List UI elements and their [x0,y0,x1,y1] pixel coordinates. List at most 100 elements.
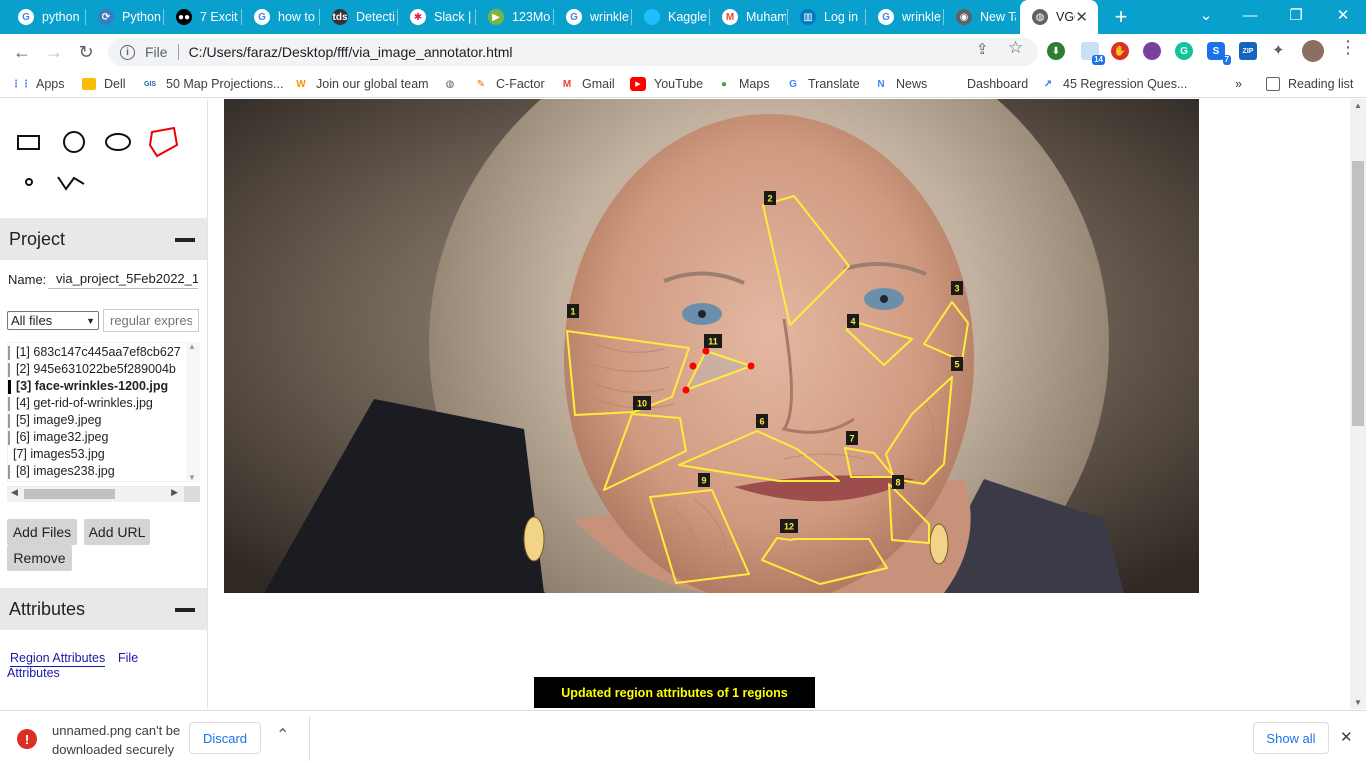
bookmark-item[interactable]: ◍ [443,75,465,93]
region-6-label[interactable]: 6 [756,414,768,428]
tor-icon[interactable] [1143,42,1161,60]
polyline-tool-icon[interactable] [57,176,85,191]
back-arrow-icon[interactable]: ← [10,40,34,64]
bookmark-item[interactable]: GIS 50 Map Projections... [142,75,283,93]
region-5-label[interactable]: 5 [951,357,963,371]
browser-tab[interactable]: Ghow to [242,0,318,34]
region-10-label[interactable]: 10 [633,396,651,410]
discard-button[interactable]: Discard [189,722,261,754]
project-panel-header[interactable]: Project [0,218,207,260]
browser-tab[interactable]: Gpython [6,0,84,34]
bookmark-item[interactable]: N News [874,75,927,93]
page-scroll-thumb[interactable] [1352,161,1364,426]
rectangle-tool-icon[interactable] [17,135,40,150]
file-list-item[interactable]: [3] face-wrinkles-1200.jpg [16,379,168,393]
browser-tab[interactable]: ▶ 123Mo [476,0,552,34]
bookmark-item[interactable]: Dashboard [967,75,1028,93]
address-url[interactable]: C:/Users/faraz/Desktop/fff/via_image_ann… [189,44,513,60]
region-3-label[interactable]: 3 [951,281,963,295]
bookmark-item[interactable]: G Translate [786,75,860,93]
browser-tab[interactable]: ✱ Slack | [398,0,474,34]
file-list-item[interactable]: [2] 945e631022be5f289004b [16,362,176,376]
browser-tab[interactable]: ▥ Log in [788,0,864,34]
bookmark-item[interactable]: ● Maps [717,75,770,93]
browser-tab[interactable]: k Kaggle [632,0,708,34]
zip-icon[interactable]: ZIP [1239,42,1257,60]
annotated-image[interactable]: 123456789101112 [224,99,1199,593]
bookmark-item[interactable]: ✎ C-Factor [474,75,545,93]
image-canvas[interactable]: 1 2 3 4 5 6 7 8 9 10 11 12 [224,99,1199,593]
tab-file-attributes-wrap[interactable]: Attributes [7,666,60,680]
minimize-button[interactable]: — [1227,0,1273,30]
bookmark-item[interactable]: ⋮⋮ Apps [11,75,65,93]
browser-tab[interactable]: ◉ New Ta [944,0,1016,34]
calendar-ext-icon[interactable]: 14 [1081,42,1105,65]
forward-arrow-icon[interactable]: → [42,40,66,64]
bookmark-item[interactable]: ▶ YouTube [630,75,703,93]
close-download-bar-icon[interactable]: ✕ [1340,728,1353,746]
adblock-icon[interactable]: ✋ [1111,42,1129,60]
bookmarks-overflow-icon[interactable]: » [1235,75,1242,93]
ellipse-tool-icon[interactable] [105,133,131,151]
puzzle-icon[interactable]: ✦ [1272,41,1285,59]
browser-tab[interactable]: tds Detecti [320,0,396,34]
circle-tool-icon[interactable] [63,131,85,153]
restore-button[interactable]: ❐ [1273,0,1319,30]
page-vertical-scrollbar[interactable]: ▲ ▼ [1350,99,1366,709]
region-11-label[interactable]: 11 [704,334,722,348]
reload-icon[interactable]: ↻ [74,40,98,64]
browser-tab[interactable]: Gwrinkle [866,0,942,34]
skype-icon[interactable]: S7 [1207,42,1231,65]
region-2-label[interactable]: 2 [764,191,776,205]
add-url-button[interactable]: Add URL [84,519,150,545]
share-icon[interactable]: ⇪ [976,40,989,58]
file-list-item[interactable]: [5] image9.jpeg [16,413,101,427]
regex-filter-input[interactable] [103,309,199,332]
star-icon[interactable]: ☆ [1008,38,1023,58]
browser-tab[interactable]: ⟳ Python [86,0,162,34]
collapse-attributes-icon[interactable] [175,608,195,612]
close-tab-icon[interactable]: ✕ [1075,8,1088,26]
close-window-button[interactable]: ✕ [1320,0,1366,30]
region-1-label[interactable]: 1 [567,304,579,318]
region-7-label[interactable]: 7 [846,431,858,445]
address-bar[interactable]: i File C:/Users/faraz/Desktop/fff/via_im… [108,38,1038,66]
bookmark-item[interactable]: Dell [82,75,126,93]
file-list-vscroll[interactable]: ▲ ▼ [186,342,200,482]
file-list-item[interactable]: [1] 683c147c445aa7ef8cb627 [16,345,181,359]
profile-avatar[interactable] [1302,40,1324,62]
idm-icon[interactable]: ⬇ [1047,42,1065,60]
file-filter-select[interactable]: All files ▼ [7,311,99,330]
file-list-item[interactable]: [6] image32.jpeg [16,430,108,444]
add-files-button[interactable]: Add Files [7,519,77,545]
bookmark-item[interactable]: M Gmail [560,75,615,93]
file-list-hscroll[interactable]: ◀ ▶ [7,486,200,502]
region-12-label[interactable]: 12 [780,519,798,533]
new-tab-button[interactable]: + [1098,2,1144,32]
file-list-item[interactable]: [7] images53.jpg [13,447,105,461]
point-tool-icon[interactable] [25,178,33,186]
tab-file-attributes[interactable]: File [118,651,138,665]
region-4-label[interactable]: 4 [847,314,859,328]
file-list-item[interactable]: [8] images238.jpg [16,464,115,478]
file-list-item[interactable]: [4] get-rid-of-wrinkles.jpg [16,396,153,410]
bookmark-item[interactable]: ↗ 45 Regression Ques... [1041,75,1188,93]
reading-list-button[interactable]: Reading list [1266,75,1353,93]
browser-tab[interactable]: ●● 7 Excit [164,0,240,34]
browser-tab[interactable]: ◍ VGG✕ [1020,0,1098,34]
browser-tab[interactable]: M Muham [710,0,786,34]
tab-search-icon[interactable]: ⌄ [1183,0,1229,30]
attributes-panel-header[interactable]: Attributes [0,588,207,630]
remove-button[interactable]: Remove [7,545,72,571]
info-icon[interactable]: i [120,44,135,60]
polygon-tool-icon[interactable] [148,126,179,158]
chevron-up-icon[interactable]: ⌃ [276,725,289,745]
kebab-menu-icon[interactable]: ⋮ [1339,37,1357,58]
hscroll-thumb[interactable] [24,489,115,499]
grammarly-icon[interactable]: G [1175,42,1193,60]
tab-region-attributes[interactable]: Region Attributes [10,651,106,667]
browser-tab[interactable]: Gwrinkle [554,0,630,34]
region-9-label[interactable]: 9 [698,473,710,487]
project-name-input[interactable]: via_project_5Feb2022_1 [48,267,198,289]
collapse-project-icon[interactable] [175,238,195,242]
